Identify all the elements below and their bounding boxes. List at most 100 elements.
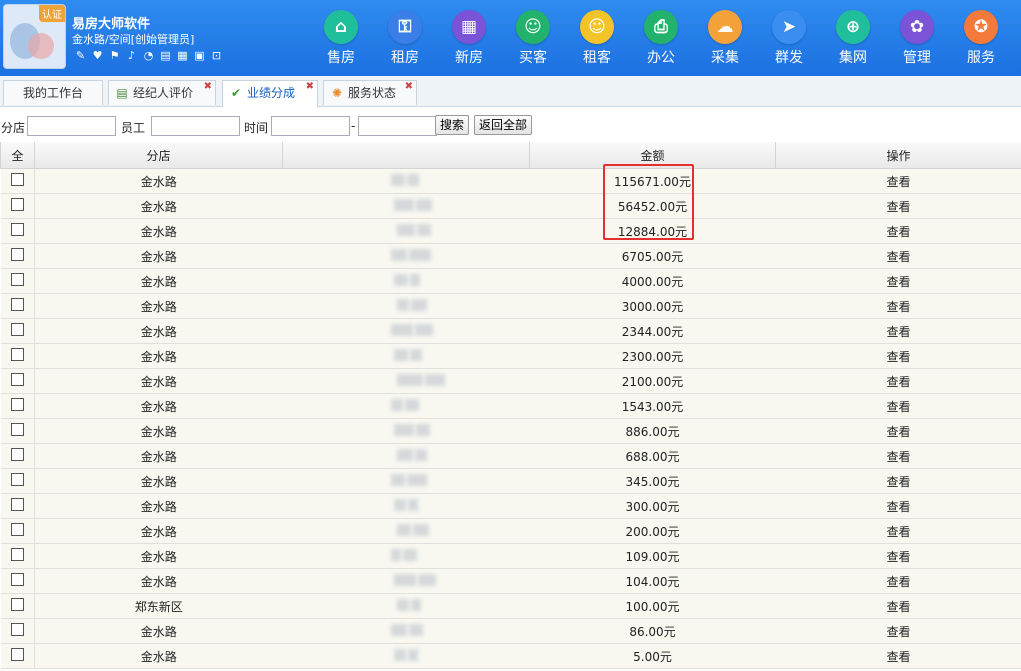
pencil-icon[interactable]: ✎ [74,49,87,62]
time-start-input[interactable] [271,116,350,136]
nav-item-5[interactable]: ⎙ 办公 [629,10,693,67]
nav-item-2[interactable]: ▦ 新房 [437,10,501,67]
tab-agent-rating[interactable]: ▤ 经纪人评价 ✖ [108,80,216,105]
view-link[interactable]: 查看 [775,218,1021,244]
id-card-icon[interactable]: ▣ [193,49,206,62]
row-checkbox[interactable] [10,248,24,261]
branch-label: 分店 [1,121,26,135]
staff-cell-redacted [282,193,530,219]
row-checkbox[interactable] [10,423,24,436]
search-bar: 分店 员工 时间 - 搜索 返回全部 [0,112,1021,140]
branch-cell: 金水路 [34,543,283,569]
staff-header[interactable] [282,142,530,169]
nav-label: 售房 [327,50,355,66]
view-link[interactable]: 查看 [775,468,1021,494]
row-checkbox[interactable] [10,448,24,461]
view-link[interactable]: 查看 [775,593,1021,619]
nav-item-6[interactable]: ☁ 采集 [693,10,757,67]
view-link[interactable]: 查看 [775,343,1021,369]
pie-icon[interactable]: ◔ [142,49,155,62]
nav-item-10[interactable]: ✪ 服务 [949,10,1013,67]
close-icon[interactable]: ✖ [405,74,413,99]
row-checkbox[interactable] [10,198,24,211]
view-link[interactable]: 查看 [775,293,1021,319]
tab-performance-split[interactable]: ✔ 业绩分成 ✖ [222,80,318,107]
nav-item-4[interactable]: ☺ 租客 [565,10,629,67]
redacted-name [393,273,408,286]
nav-item-3[interactable]: ☺ 买客 [501,10,565,67]
row-checkbox[interactable] [10,223,24,236]
staff-cell-redacted [282,343,530,369]
bell-icon[interactable]: ♪ [125,49,138,62]
row-checkbox[interactable] [10,648,24,661]
redacted-name [414,323,433,336]
tab-workbench[interactable]: 我的工作台 [3,80,103,105]
tab-service-status[interactable]: ✺ 服务状态 ✖ [323,80,417,105]
row-checkbox-cell [0,568,35,594]
view-link[interactable]: 查看 [775,518,1021,544]
shirt-icon[interactable]: ♥ [91,49,104,62]
view-link[interactable]: 查看 [775,318,1021,344]
staff-input[interactable] [151,116,240,136]
branch-cell: 金水路 [34,443,283,469]
staff-cell-redacted [282,268,530,294]
view-link[interactable]: 查看 [775,418,1021,444]
row-checkbox[interactable] [10,323,24,336]
reset-all-button[interactable]: 返回全部 [474,115,533,135]
view-link[interactable]: 查看 [775,493,1021,519]
redacted-name [409,273,420,286]
amount-cell: 1543.00元 [529,393,776,419]
row-checkbox[interactable] [10,523,24,536]
table-row: 金水路 5.00元 查看 [0,643,1021,669]
view-link[interactable]: 查看 [775,368,1021,394]
staff-cell-redacted [282,393,530,419]
view-link[interactable]: 查看 [775,268,1021,294]
row-checkbox[interactable] [10,398,24,411]
nav-item-9[interactable]: ✿ 管理 [885,10,949,67]
close-icon[interactable]: ✖ [306,74,314,99]
view-link[interactable]: 查看 [775,618,1021,644]
network-icon: ⊕ [836,10,870,44]
row-checkbox[interactable] [10,298,24,311]
logo-map-shape-2 [28,33,54,59]
nav-item-7[interactable]: ➤ 群发 [757,10,821,67]
calculator-icon[interactable]: ▦ [176,49,189,62]
lock-icon[interactable]: ⊡ [210,49,223,62]
close-icon[interactable]: ✖ [204,74,212,99]
row-checkbox[interactable] [10,273,24,286]
table-row: 金水路 4000.00元 查看 [0,268,1021,294]
row-checkbox[interactable] [10,373,24,386]
row-checkbox-cell [0,343,35,369]
tab-label: 业绩分成 [247,86,296,100]
row-checkbox[interactable] [10,598,24,611]
branch-header[interactable]: 分店 [34,142,283,169]
row-checkbox-cell [0,468,35,494]
view-link[interactable]: 查看 [775,543,1021,569]
view-link[interactable]: 查看 [775,393,1021,419]
row-checkbox[interactable] [10,548,24,561]
row-checkbox[interactable] [10,573,24,586]
view-link[interactable]: 查看 [775,168,1021,194]
nav-item-8[interactable]: ⊕ 集网 [821,10,885,67]
row-checkbox[interactable] [10,498,24,511]
row-checkbox[interactable] [10,348,24,361]
nav-item-1[interactable]: ⚿ 租房 [373,10,437,67]
row-checkbox-cell [0,593,35,619]
branch-input[interactable] [27,116,116,136]
view-link[interactable]: 查看 [775,443,1021,469]
view-link[interactable]: 查看 [775,243,1021,269]
branch-cell: 金水路 [34,193,283,219]
time-end-input[interactable] [358,116,437,136]
row-checkbox[interactable] [10,173,24,186]
staff-cell-redacted [282,643,530,669]
row-checkbox[interactable] [10,623,24,636]
search-button[interactable]: 搜索 [435,115,470,135]
flag-icon[interactable]: ⚑ [108,49,121,62]
view-link[interactable]: 查看 [775,193,1021,219]
nav-item-0[interactable]: ⌂ 售房 [309,10,373,67]
row-checkbox[interactable] [10,473,24,486]
view-link[interactable]: 查看 [775,568,1021,594]
view-link[interactable]: 查看 [775,643,1021,669]
document-icon[interactable]: ▤ [159,49,172,62]
select-all-header[interactable]: 全 [0,142,35,169]
